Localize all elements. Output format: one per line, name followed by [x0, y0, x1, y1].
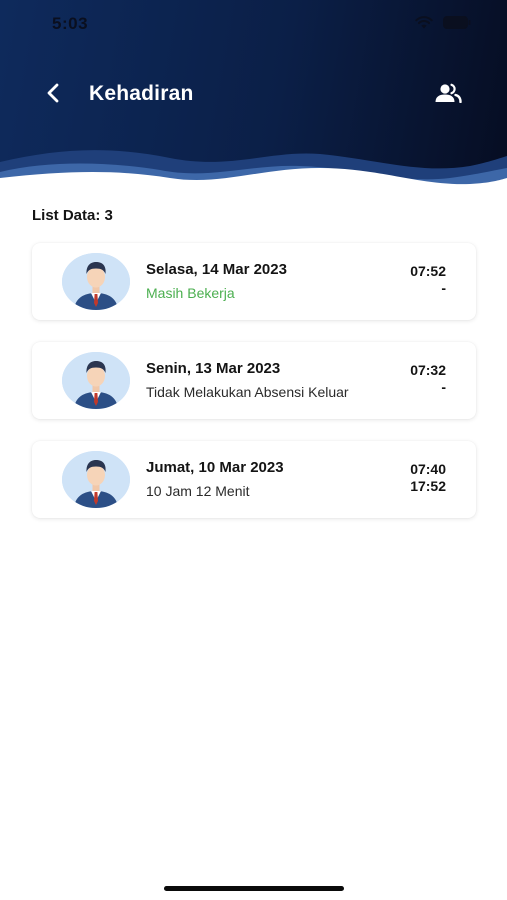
card-status: Masih Bekerja — [146, 285, 235, 301]
card-status: Tidak Melakukan Absensi Keluar — [146, 384, 349, 400]
nav-bar: Kehadiran — [0, 74, 507, 116]
avatar — [62, 352, 130, 409]
card-date: Senin, 13 Mar 2023 — [146, 360, 281, 377]
back-button[interactable] — [38, 80, 68, 110]
status-bar: 5:03 — [0, 0, 507, 48]
battery-icon — [443, 16, 471, 34]
avatar — [62, 451, 130, 508]
header-wave — [0, 150, 507, 190]
chevron-left-icon — [45, 82, 61, 109]
people-button[interactable] — [431, 80, 465, 110]
card-date: Selasa, 14 Mar 2023 — [146, 261, 287, 278]
card-time-in: 07:52 — [410, 263, 446, 279]
status-time: 5:03 — [52, 14, 89, 33]
wifi-icon — [415, 16, 433, 34]
attendance-card[interactable]: Jumat, 10 Mar 2023 10 Jam 12 Menit 07:40… — [32, 441, 476, 518]
card-time-out: - — [441, 379, 446, 395]
card-time-in: 07:40 — [410, 461, 446, 477]
people-icon — [434, 83, 462, 108]
card-date: Jumat, 10 Mar 2023 — [146, 459, 284, 476]
card-time-out: - — [441, 280, 446, 296]
card-status: 10 Jam 12 Menit — [146, 483, 250, 499]
avatar — [62, 253, 130, 310]
card-time-out: 17:52 — [410, 478, 446, 494]
attendance-card[interactable]: Selasa, 14 Mar 2023 Masih Bekerja 07:52 … — [32, 243, 476, 320]
page-title: Kehadiran — [89, 82, 194, 105]
list-count: List Data: 3 — [32, 207, 113, 224]
attendance-list: Selasa, 14 Mar 2023 Masih Bekerja 07:52 … — [32, 243, 476, 540]
card-time-in: 07:32 — [410, 362, 446, 378]
home-indicator — [164, 886, 344, 891]
attendance-card[interactable]: Senin, 13 Mar 2023 Tidak Melakukan Absen… — [32, 342, 476, 419]
